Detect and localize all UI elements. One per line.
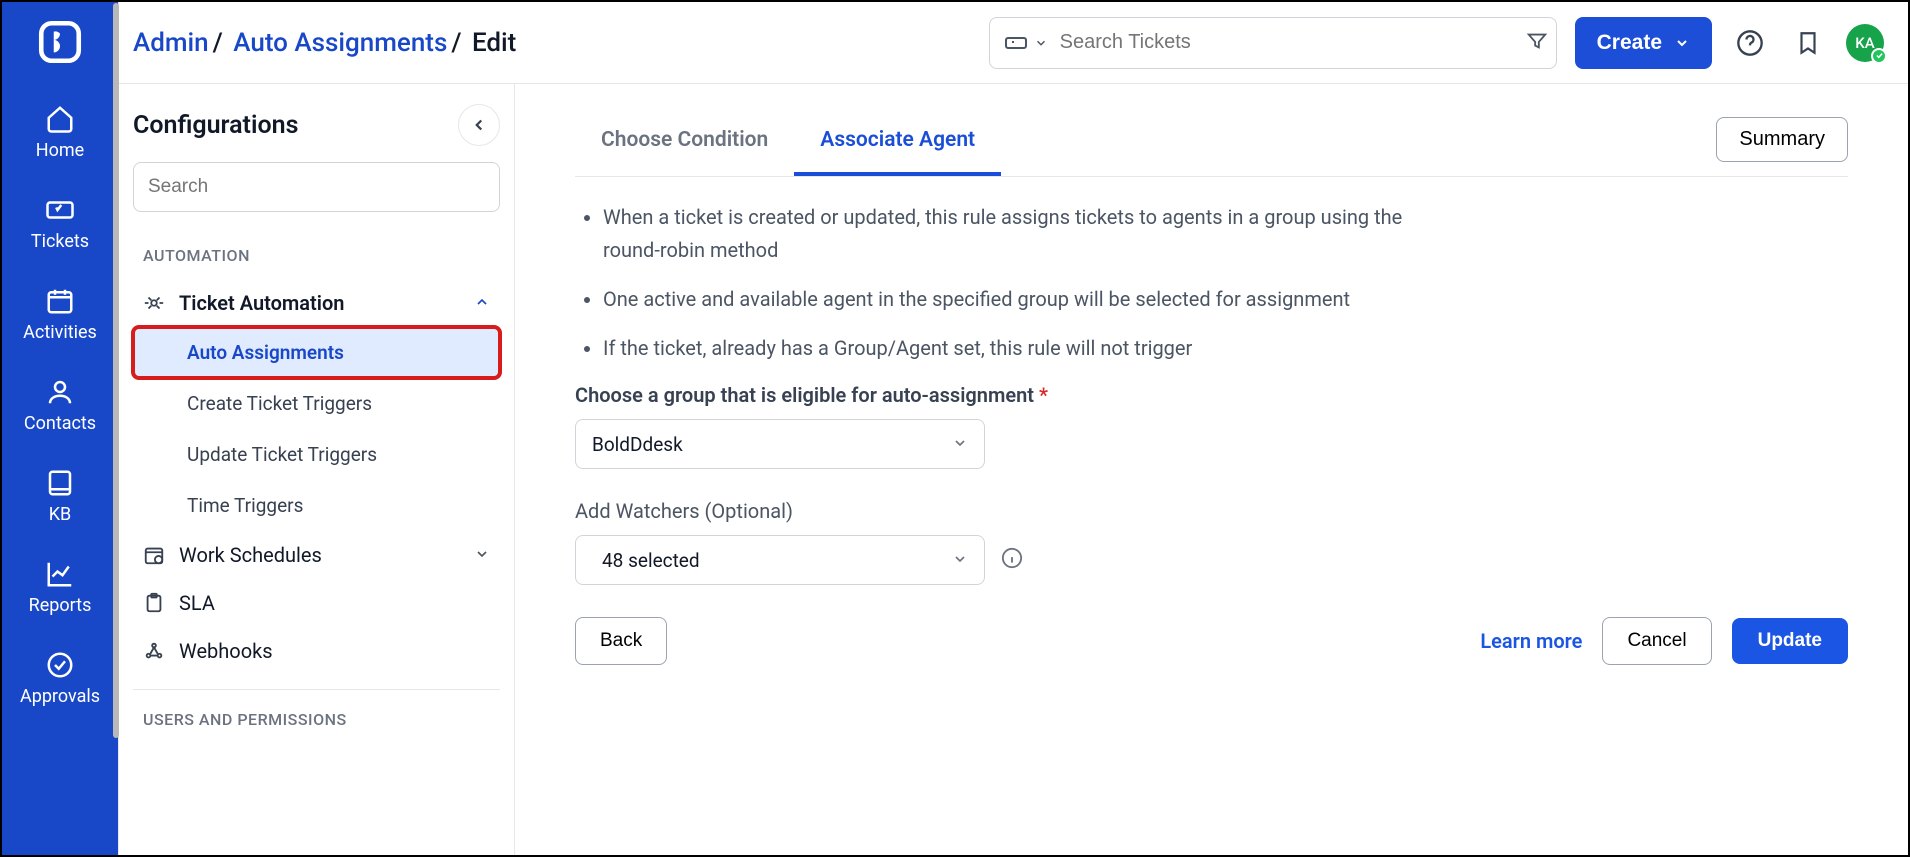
actions-row: Back Learn more Cancel Update <box>575 617 1848 665</box>
tree-sla[interactable]: SLA <box>133 579 500 627</box>
chevron-down-icon <box>474 543 490 567</box>
section-automation: AUTOMATION <box>133 240 500 279</box>
breadcrumb-separator: / <box>213 28 223 58</box>
chevron-down-icon <box>1034 36 1048 50</box>
tree-ticket-automation[interactable]: Ticket Automation <box>133 279 500 327</box>
nav-label: Approvals <box>20 686 100 707</box>
nav-reports[interactable]: Reports <box>2 545 118 636</box>
tree-webhooks[interactable]: Webhooks <box>133 627 500 675</box>
avatar-initials: KA <box>1855 34 1874 52</box>
tabs: Choose Condition Associate Agent Summary <box>575 112 1848 177</box>
tree-label: Ticket Automation <box>179 291 344 315</box>
chevron-up-icon <box>474 291 490 315</box>
calendar-clock-icon <box>143 544 165 566</box>
nav-label: Activities <box>23 322 97 343</box>
nav-contacts[interactable]: Contacts <box>2 363 118 454</box>
update-button[interactable]: Update <box>1732 618 1848 664</box>
nav-home[interactable]: Home <box>2 90 118 181</box>
search-input[interactable] <box>1060 31 1516 54</box>
learn-more-link[interactable]: Learn more <box>1480 629 1582 653</box>
left-rail: Home Tickets Activities Contacts KB Repo… <box>2 2 118 855</box>
nav-activities[interactable]: Activities <box>2 272 118 363</box>
nav-label: KB <box>49 504 72 525</box>
body: Configurations AUTOMATION Ticket Automat… <box>119 84 1908 855</box>
chevron-down-icon <box>952 433 968 456</box>
summary-button[interactable]: Summary <box>1716 117 1848 162</box>
crumb-current: Edit <box>465 28 516 58</box>
sub-auto-assignments[interactable]: Auto Assignments <box>133 327 500 378</box>
nav-label: Contacts <box>24 413 96 434</box>
status-badge-online <box>1871 48 1887 64</box>
sub-time-triggers[interactable]: Time Triggers <box>133 480 500 531</box>
webhook-icon <box>143 640 165 662</box>
tab-associate-agent[interactable]: Associate Agent <box>794 112 1001 176</box>
breadcrumb: Admin / Auto Assignments / Edit <box>133 28 516 58</box>
info-bullet: If the ticket, already has a Group/Agent… <box>603 332 1433 365</box>
chevron-down-icon <box>952 549 968 572</box>
create-label: Create <box>1597 31 1662 55</box>
app-root: Home Tickets Activities Contacts KB Repo… <box>0 0 1910 857</box>
app-logo[interactable] <box>30 12 90 72</box>
tree-label: Work Schedules <box>179 543 322 567</box>
config-search-input[interactable] <box>133 162 500 212</box>
required-asterisk: * <box>1039 383 1048 407</box>
cancel-button[interactable]: Cancel <box>1602 617 1711 665</box>
bookmark-icon[interactable] <box>1788 23 1828 63</box>
main-area: Admin / Auto Assignments / Edit Create <box>118 2 1908 855</box>
nav-label: Tickets <box>31 231 89 252</box>
create-button[interactable]: Create <box>1575 17 1712 69</box>
filter-icon[interactable] <box>1516 30 1548 56</box>
chevron-left-icon <box>470 116 488 134</box>
crumb-auto-assignments[interactable]: Auto Assignments <box>227 28 448 58</box>
nav-label: Reports <box>29 595 92 616</box>
ticket-type-picker[interactable] <box>1004 31 1060 55</box>
tree-label: Webhooks <box>179 639 273 663</box>
automation-icon <box>143 292 165 314</box>
info-bullet: One active and available agent in the sp… <box>603 283 1433 316</box>
info-icon[interactable] <box>1001 547 1023 573</box>
tab-choose-condition[interactable]: Choose Condition <box>575 112 794 176</box>
sub-create-triggers[interactable]: Create Ticket Triggers <box>133 378 500 429</box>
clipboard-icon <box>143 592 165 614</box>
collapse-panel-button[interactable] <box>458 104 500 146</box>
info-list: When a ticket is created or updated, thi… <box>575 201 1848 365</box>
nav-tickets[interactable]: Tickets <box>2 181 118 272</box>
crumb-admin[interactable]: Admin <box>133 28 209 58</box>
watchers-select[interactable]: 48 selected <box>575 535 985 585</box>
divider <box>133 689 500 690</box>
watchers-label: Add Watchers (Optional) <box>575 499 1848 523</box>
group-value: BoldDdesk <box>592 433 683 456</box>
back-button[interactable]: Back <box>575 617 667 665</box>
search-tickets[interactable] <box>989 17 1557 69</box>
group-select[interactable]: BoldDdesk <box>575 419 985 469</box>
topbar: Admin / Auto Assignments / Edit Create <box>119 2 1908 84</box>
breadcrumb-separator: / <box>451 28 461 58</box>
tree-work-schedules[interactable]: Work Schedules <box>133 531 500 579</box>
info-bullet: When a ticket is created or updated, thi… <box>603 201 1433 267</box>
config-panel: Configurations AUTOMATION Ticket Automat… <box>119 84 515 855</box>
panel-title: Configurations <box>133 111 298 140</box>
nav-label: Home <box>36 140 84 161</box>
tree-label: SLA <box>179 591 215 615</box>
sub-update-triggers[interactable]: Update Ticket Triggers <box>133 429 500 480</box>
watchers-value: 48 selected <box>602 549 700 572</box>
chevron-down-icon <box>1674 35 1690 51</box>
nav-approvals[interactable]: Approvals <box>2 636 118 727</box>
content-area: Choose Condition Associate Agent Summary… <box>515 84 1908 855</box>
group-label: Choose a group that is eligible for auto… <box>575 383 1848 407</box>
avatar[interactable]: KA <box>1846 24 1884 62</box>
help-icon[interactable] <box>1730 23 1770 63</box>
section-users: USERS AND PERMISSIONS <box>133 704 500 743</box>
nav-kb[interactable]: KB <box>2 454 118 545</box>
ticket-icon <box>1004 31 1028 55</box>
